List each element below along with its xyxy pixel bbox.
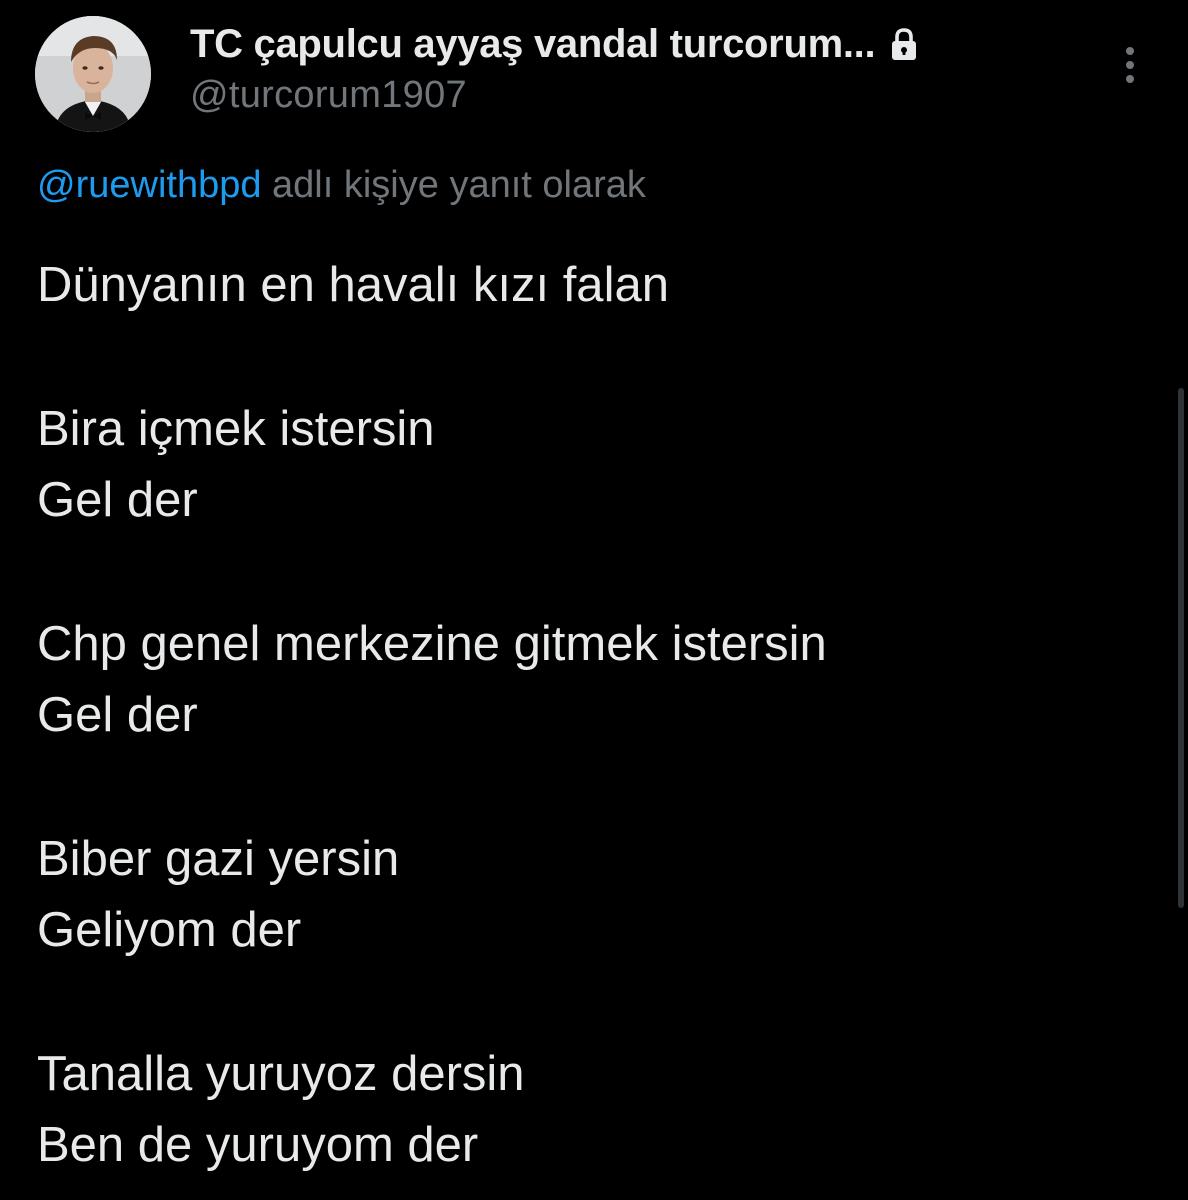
line-break <box>37 321 1117 394</box>
tweet-line: Gel der <box>37 688 198 742</box>
tweet-header: TC çapulcu ayyaş vandal turcorum... @tur… <box>190 18 1070 117</box>
tweet-line: Bira içmek istersin <box>37 402 435 456</box>
more-dot-icon <box>1126 47 1134 55</box>
reply-context: @ruewithbpd adlı kişiye yanıt olarak <box>37 164 646 207</box>
display-name-row: TC çapulcu ayyaş vandal turcorum... <box>190 18 1070 70</box>
lock-icon <box>889 26 919 62</box>
reply-context-label: adlı kişiye yanıt olarak <box>261 164 646 206</box>
user-handle[interactable]: @turcorum1907 <box>190 74 1070 117</box>
tweet-line: Biber gazi yersin <box>37 832 400 886</box>
tweet-line: Gel der <box>37 473 198 527</box>
line-break <box>37 966 1117 1039</box>
tweet-text: Dünyanın en havalı kızı falan Bira içmek… <box>37 250 1117 1181</box>
tweet-line: Ben de yuruyom der <box>37 1118 479 1172</box>
more-options-button[interactable] <box>1110 40 1150 90</box>
display-name[interactable]: TC çapulcu ayyaş vandal turcorum... <box>190 22 876 67</box>
reply-mention-link[interactable]: @ruewithbpd <box>37 164 261 206</box>
tweet-line: Geliyom der <box>37 903 302 957</box>
more-dot-icon <box>1126 75 1134 83</box>
tweet-line: Tanalla yuruyoz dersin <box>37 1047 525 1101</box>
more-dot-icon <box>1126 61 1134 69</box>
line-break <box>37 536 1117 609</box>
avatar-photo <box>35 16 151 132</box>
scrollbar[interactable] <box>1178 388 1184 908</box>
tweet-line: Dünyanın en havalı kızı falan <box>37 258 669 312</box>
avatar[interactable] <box>35 16 151 132</box>
tweet-line: Chp genel merkezine gitmek istersin <box>37 617 827 671</box>
line-break <box>37 751 1117 824</box>
